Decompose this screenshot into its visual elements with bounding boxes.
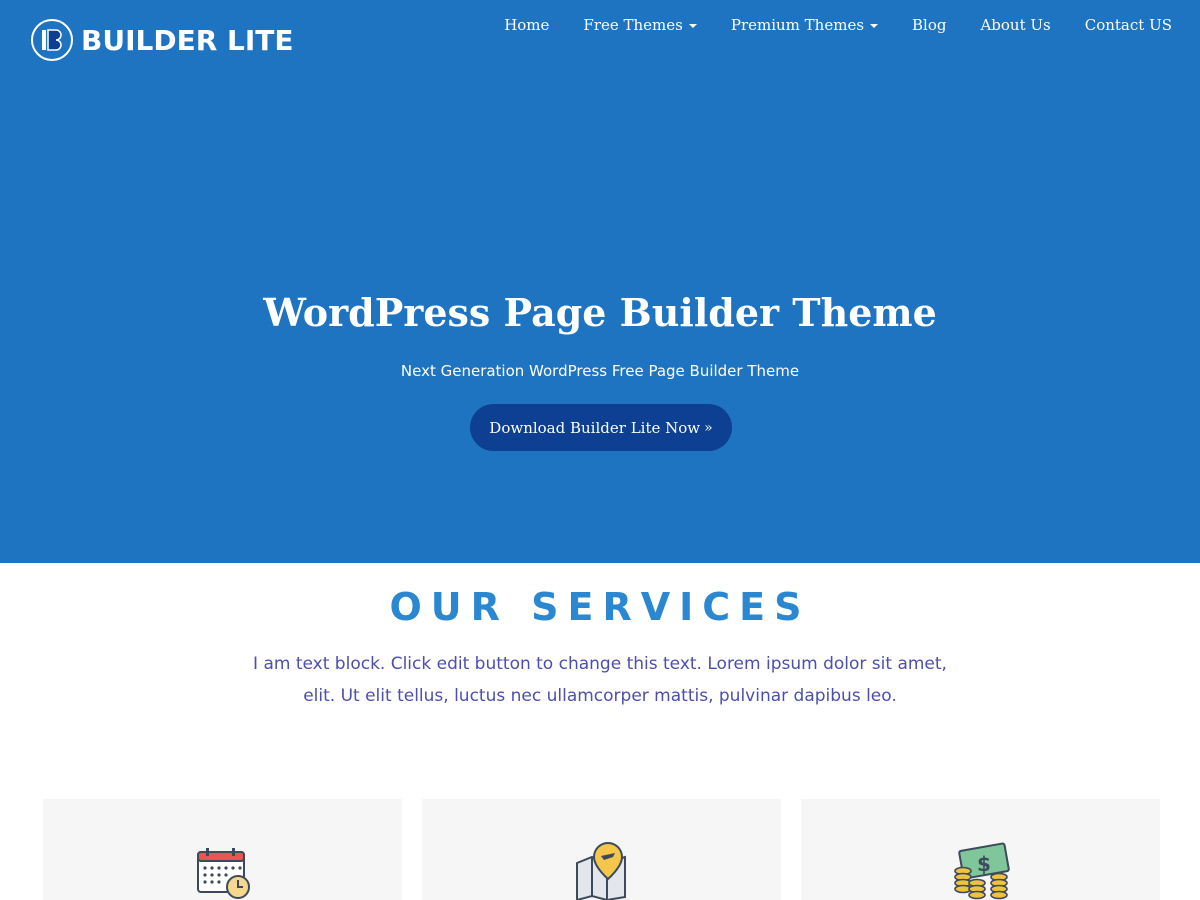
service-card[interactable] [422, 799, 781, 900]
site-logo[interactable]: BUILDER LITE [31, 18, 294, 62]
money-coins-icon: $ [954, 842, 1010, 900]
nav-item-label: Premium Themes [730, 16, 865, 34]
hero-section: BUILDER LITE Home Free Themes Premium Th… [0, 0, 1200, 563]
calendar-clock-icon [197, 848, 250, 899]
map-location-icon [576, 841, 626, 900]
nav-item-home[interactable]: Home [504, 16, 549, 34]
brand-name: BUILDER LITE [81, 23, 294, 57]
double-chevron-right-icon: » [704, 419, 713, 436]
nav-item-label: Free Themes [583, 16, 683, 34]
logo-mark-icon [31, 19, 73, 61]
service-card[interactable] [43, 799, 402, 900]
services-title: OUR SERVICES [389, 585, 811, 629]
nav-item-label: Home [504, 16, 550, 34]
nav-item-about-us[interactable]: About Us [980, 16, 1050, 34]
download-button-label: Download Builder Lite Now [489, 418, 701, 437]
nav-item-premium-themes[interactable]: Premium Themes [730, 16, 879, 34]
hero-subtitle: Next Generation WordPress Free Page Buil… [400, 362, 800, 380]
caret-down-icon [870, 24, 879, 28]
nav-item-blog[interactable]: Blog [912, 16, 946, 34]
hero-title: WordPress Page Builder Theme [263, 290, 937, 335]
nav-item-label: About Us [980, 16, 1051, 34]
services-description: I am text block. Click edit button to ch… [253, 654, 947, 706]
service-card[interactable]: $ [801, 799, 1160, 900]
download-button[interactable]: Download Builder Lite Now » [470, 404, 732, 451]
nav-item-free-themes[interactable]: Free Themes [583, 16, 697, 34]
main-navigation: Home Free Themes Premium Themes Blog Abo… [504, 14, 1172, 36]
nav-item-label: Blog [912, 16, 947, 34]
nav-item-contact-us[interactable]: Contact US [1085, 16, 1172, 34]
caret-down-icon [688, 24, 697, 28]
svg-text:$: $ [977, 852, 991, 876]
nav-item-label: Contact US [1084, 16, 1172, 34]
